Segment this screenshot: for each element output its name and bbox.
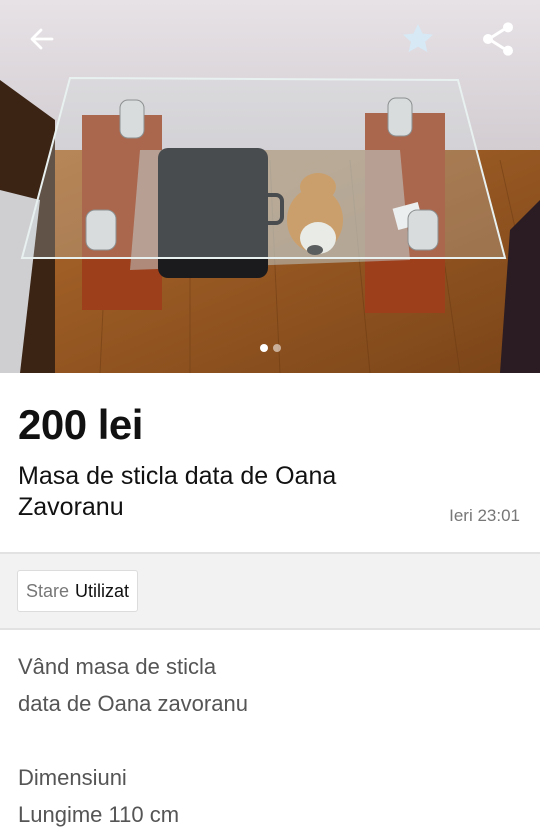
description: Vând masa de sticla data de Oana zavoran… <box>18 648 518 833</box>
param-key: Stare <box>26 580 70 601</box>
description-line <box>18 722 518 759</box>
params-bar: Stare Utilizat <box>0 554 540 628</box>
arrow-left-icon <box>28 25 56 58</box>
photo-toolbar <box>0 0 540 80</box>
description-line: Vând masa de sticla <box>18 654 217 679</box>
price: 200 lei <box>18 401 143 448</box>
star-icon <box>399 20 437 63</box>
description-line: data de Oana zavoranu <box>18 691 248 716</box>
image-pager[interactable] <box>0 344 540 352</box>
favorite-button[interactable] <box>395 18 441 64</box>
description-line: Dimensiuni <box>18 765 127 790</box>
pager-dot[interactable] <box>272 344 281 352</box>
back-button[interactable] <box>19 18 65 64</box>
description-line: Lungime 110 cm <box>18 802 180 827</box>
param-chip-stare: Stare Utilizat <box>17 570 139 612</box>
listing-header: 200 lei Masa de sticla data de Oana Zavo… <box>0 373 540 553</box>
divider <box>0 628 540 630</box>
share-icon <box>478 19 518 64</box>
share-button[interactable] <box>475 18 521 64</box>
pager-dot[interactable] <box>259 344 268 352</box>
listing-photo[interactable] <box>0 0 540 373</box>
listing-title: Masa de sticla data de Oana Zavoranu <box>18 462 337 521</box>
param-value: Utilizat <box>75 580 130 601</box>
posted-date: Ieri 23:01 <box>449 506 520 525</box>
